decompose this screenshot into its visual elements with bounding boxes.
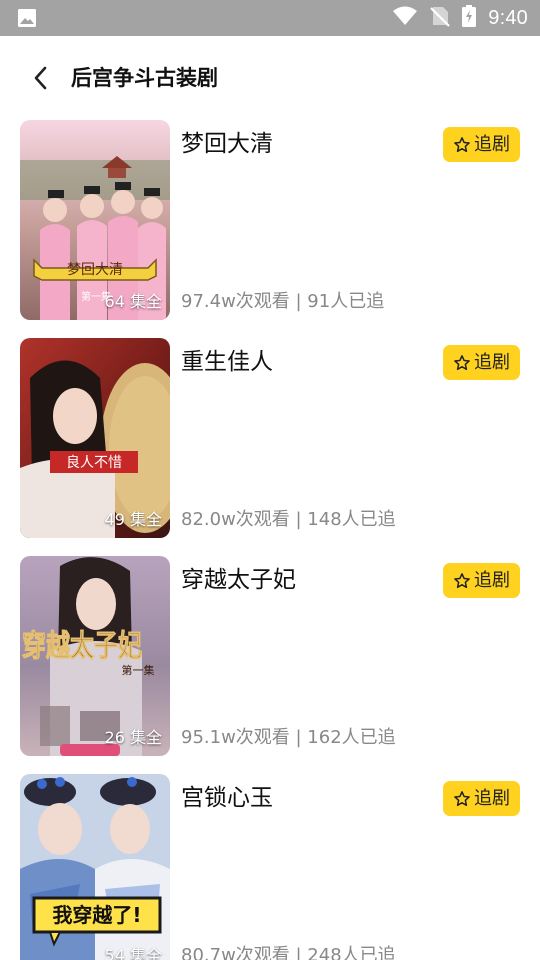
episode-count: 64 集全	[104, 292, 162, 311]
image-icon	[17, 8, 37, 28]
poster-thumbnail[interactable]: 我穿越了! 54 集全	[20, 774, 170, 960]
show-title: 穿越太子妃	[181, 567, 296, 593]
follow-button-label: 追剧	[474, 133, 510, 155]
show-title: 重生佳人	[181, 349, 273, 375]
follow-button[interactable]: 追剧	[443, 563, 520, 598]
episode-count: 26 集全	[104, 728, 162, 747]
poster-image: 梦回大清 第一集	[20, 120, 170, 320]
poster-image: 穿越太子妃 第一集	[20, 556, 170, 756]
list-item[interactable]: 良人不惜 49 集全 重生佳人 追剧 82.0w次观看 | 148人已追	[20, 338, 520, 538]
page-title: 后宫争斗古装剧	[71, 66, 218, 90]
no-sim-icon	[430, 5, 451, 31]
episode-count: 49 集全	[104, 510, 162, 529]
follow-button[interactable]: 追剧	[443, 781, 520, 816]
list-item[interactable]: 穿越太子妃 第一集 26 集全 穿越太子妃 追剧 95.1w次观看 | 162人…	[20, 556, 520, 756]
view-stats: 95.1w次观看 | 162人已追	[181, 727, 396, 748]
episode-count: 54 集全	[104, 946, 162, 960]
follow-button[interactable]: 追剧	[443, 345, 520, 380]
list-item[interactable]: 我穿越了! 54 集全 宫锁心玉 追剧 80.7w次观看 | 248人已追	[20, 774, 520, 960]
back-button[interactable]	[28, 64, 52, 92]
poster-thumbnail[interactable]: 梦回大清 第一集 64 集全	[20, 120, 170, 320]
star-outline-icon	[454, 136, 470, 152]
battery-charging-icon	[462, 5, 477, 31]
list-item[interactable]: 梦回大清 第一集 64 集全 梦回大清 追剧 97.4w次观看 | 91人已追	[20, 120, 520, 320]
poster-title-text: 良人不惜	[66, 455, 122, 471]
status-time: 9:40	[488, 6, 528, 29]
view-stats: 97.4w次观看 | 91人已追	[181, 291, 385, 312]
poster-thumbnail[interactable]: 穿越太子妃 第一集 26 集全	[20, 556, 170, 756]
show-title: 宫锁心玉	[181, 785, 273, 811]
star-outline-icon	[454, 572, 470, 588]
follow-button-label: 追剧	[474, 351, 510, 373]
follow-button-label: 追剧	[474, 569, 510, 591]
poster-title-text: 我穿越了!	[52, 903, 141, 927]
star-outline-icon	[454, 354, 470, 370]
chevron-left-icon	[34, 66, 47, 90]
poster-image: 良人不惜	[20, 338, 170, 538]
poster-subtitle-text: 第一集	[122, 663, 155, 677]
poster-title-text: 穿越太子妃	[22, 629, 142, 664]
view-stats: 82.0w次观看 | 148人已追	[181, 509, 396, 530]
follow-button[interactable]: 追剧	[443, 127, 520, 162]
poster-thumbnail[interactable]: 良人不惜 49 集全	[20, 338, 170, 538]
header: 后宫争斗古装剧	[0, 36, 540, 120]
poster-image: 我穿越了!	[20, 774, 170, 960]
poster-title-text: 梦回大清	[67, 262, 123, 278]
star-outline-icon	[454, 790, 470, 806]
status-bar: 9:40	[0, 0, 540, 36]
show-title: 梦回大清	[181, 131, 273, 157]
view-stats: 80.7w次观看 | 248人已追	[181, 945, 396, 960]
wifi-icon	[392, 6, 418, 30]
follow-button-label: 追剧	[474, 787, 510, 809]
